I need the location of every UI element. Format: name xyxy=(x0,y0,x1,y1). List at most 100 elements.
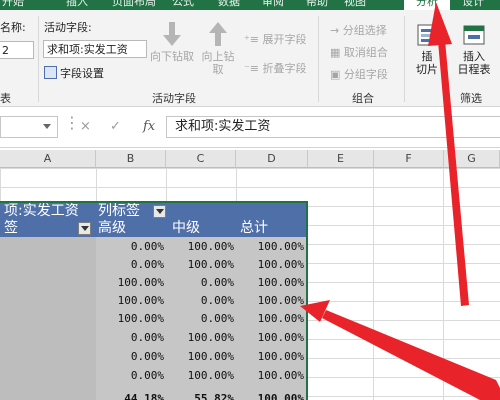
pivot-total-cell[interactable]: 100.00% xyxy=(236,392,304,400)
pivot-cell[interactable]: 100.00% xyxy=(96,294,164,307)
pivot-cell[interactable]: 100.00% xyxy=(166,240,234,253)
pivot-cell[interactable]: 0.00% xyxy=(96,331,164,344)
tab-help[interactable]: 帮助 xyxy=(306,0,328,10)
filter-group-label: 筛选 xyxy=(460,92,482,105)
pivot-name-input[interactable]: 2 xyxy=(0,41,34,59)
pivot-row-labels[interactable]: 签 xyxy=(4,220,18,237)
drill-up-label-line2: 取 xyxy=(212,63,224,76)
column-header-g[interactable]: G xyxy=(444,150,500,168)
col-header-total: 总计 xyxy=(240,220,268,236)
column-filter-dropdown[interactable] xyxy=(153,205,166,218)
pivot-table[interactable]: 项:实发工资 列标签 签 高级 中级 总计 0.00% 100.00% 100.… xyxy=(0,201,308,400)
column-header-d[interactable]: D xyxy=(236,150,308,168)
drill-down-button[interactable]: 向下钻取 xyxy=(150,20,194,63)
pivot-cell[interactable]: 100.00% xyxy=(166,331,234,344)
tab-view[interactable]: 视图 xyxy=(344,0,366,10)
pivot-cell[interactable]: 100.00% xyxy=(236,258,304,271)
column-header-b[interactable]: B xyxy=(96,150,166,168)
chevron-down-icon[interactable] xyxy=(43,124,51,129)
group-field-button[interactable]: ▣ 分组字段 xyxy=(330,66,388,82)
pivot-cell[interactable]: 100.00% xyxy=(166,350,234,363)
column-header-e[interactable]: E xyxy=(308,150,374,168)
ungroup-button[interactable]: ▦ 取消组合 xyxy=(330,44,388,60)
field-settings-button[interactable]: 字段设置 xyxy=(44,65,104,81)
pivot-group-label: 表 xyxy=(0,92,11,105)
pivot-cell[interactable]: 100.00% xyxy=(166,369,234,382)
active-field-group-label: 活动字段 xyxy=(152,92,196,105)
column-header-c[interactable]: C xyxy=(166,150,236,168)
more-dots-icon: ⋮ xyxy=(64,113,80,132)
tab-page-layout[interactable]: 页面布局 xyxy=(112,0,156,10)
pivot-cell[interactable]: 100.00% xyxy=(96,276,164,289)
pivot-value-field-label[interactable]: 项:实发工资 xyxy=(4,203,79,220)
drill-up-label: 向上钻 xyxy=(201,50,235,63)
pivot-cell[interactable]: 0.00% xyxy=(166,276,234,289)
pivot-cell[interactable]: 100.00% xyxy=(236,350,304,363)
pivot-column-labels[interactable]: 列标签 xyxy=(98,203,140,220)
tab-review[interactable]: 审阅 xyxy=(262,0,284,10)
tab-design[interactable]: 设计 xyxy=(462,0,484,10)
pivot-cell[interactable]: 100.00% xyxy=(236,369,304,382)
pivot-cell[interactable]: 0.00% xyxy=(96,369,164,382)
pivot-cell[interactable]: 100.00% xyxy=(236,276,304,289)
group-selection-icon: → xyxy=(330,24,340,37)
tab-formulas[interactable]: 公式 xyxy=(172,0,194,10)
pivot-cell[interactable]: 100.00% xyxy=(236,331,304,344)
arrow-up-icon xyxy=(209,22,227,46)
pivot-cell[interactable]: 0.00% xyxy=(96,350,164,363)
pivot-cell[interactable]: 0.00% xyxy=(96,240,164,253)
pivot-total-cell[interactable]: 44.18% xyxy=(96,392,164,400)
pivot-cell[interactable]: 100.00% xyxy=(236,294,304,307)
pivot-total-cell[interactable]: 55.82% xyxy=(166,392,234,400)
collapse-field-icon: ⁻≡ xyxy=(244,62,260,75)
pivot-name-label: 名称: xyxy=(0,21,26,34)
active-field-input[interactable]: 求和项:实发工资 xyxy=(43,40,147,58)
group-selection-button[interactable]: → 分组选择 xyxy=(330,22,387,38)
name-box[interactable] xyxy=(0,116,58,138)
pivot-cell[interactable]: 0.00% xyxy=(96,258,164,271)
slicer-icon xyxy=(417,24,437,46)
insert-slicer-label-2: 切片 xyxy=(416,63,438,76)
insert-slicer-label-1: 插 xyxy=(421,50,433,63)
tab-insert[interactable]: 插入 xyxy=(66,0,88,10)
tab-home[interactable]: 开始 xyxy=(2,0,24,10)
pivot-column-header-row: 签 高级 中级 总计 xyxy=(0,220,306,237)
group-group-label: 组合 xyxy=(352,92,374,105)
pivot-cell[interactable]: 0.00% xyxy=(166,312,234,325)
pivot-cell[interactable]: 100.00% xyxy=(236,312,304,325)
pivot-cell[interactable]: 100.00% xyxy=(236,240,304,253)
pivot-cell[interactable]: 0.00% xyxy=(166,294,234,307)
field-settings-icon xyxy=(44,66,57,79)
enter-icon[interactable]: ✓ xyxy=(110,119,121,134)
insert-slicer-button[interactable]: 插 切片 xyxy=(408,22,446,76)
tab-data[interactable]: 数据 xyxy=(218,0,240,10)
pivot-cell[interactable]: 100.00% xyxy=(96,312,164,325)
insert-timeline-label-2: 日程表 xyxy=(457,63,491,76)
pivot-header-row: 项:实发工资 列标签 xyxy=(0,203,306,220)
expand-field-icon: ⁺≡ xyxy=(244,33,260,46)
column-header-f[interactable]: F xyxy=(374,150,444,168)
active-field-label: 活动字段: xyxy=(44,21,92,34)
group-field-label: 分组字段 xyxy=(343,68,388,81)
fx-icon[interactable]: fx xyxy=(143,119,155,134)
tab-analyze[interactable]: 分析 xyxy=(404,0,450,10)
expand-field-button[interactable]: ⁺≡ 展开字段 xyxy=(244,31,307,47)
column-header-a[interactable]: A xyxy=(0,150,96,168)
collapse-field-button[interactable]: ⁻≡ 折叠字段 xyxy=(244,60,307,76)
group-field-icon: ▣ xyxy=(330,68,341,81)
group-separator xyxy=(404,16,405,102)
pivot-row-label-column xyxy=(0,237,96,400)
ribbon-panel: 名称: 2 表 活动字段: 求和项:实发工资 字段设置 向下钻取 向上钻 取 ⁺… xyxy=(0,10,500,107)
row-filter-dropdown[interactable] xyxy=(78,222,91,235)
formula-input[interactable]: 求和项:实发工资 xyxy=(166,116,500,138)
cancel-icon[interactable]: × xyxy=(80,119,91,134)
timeline-icon xyxy=(463,25,485,45)
grid-line xyxy=(443,168,444,400)
pivot-cell[interactable]: 100.00% xyxy=(166,258,234,271)
arrow-down-icon xyxy=(163,22,181,46)
col-header-intermediate: 中级 xyxy=(172,220,200,236)
group-separator xyxy=(38,16,39,102)
drill-up-button[interactable]: 向上钻 取 xyxy=(198,20,238,76)
insert-timeline-button[interactable]: 插入 日程表 xyxy=(452,22,496,76)
field-settings-label: 字段设置 xyxy=(60,67,104,80)
